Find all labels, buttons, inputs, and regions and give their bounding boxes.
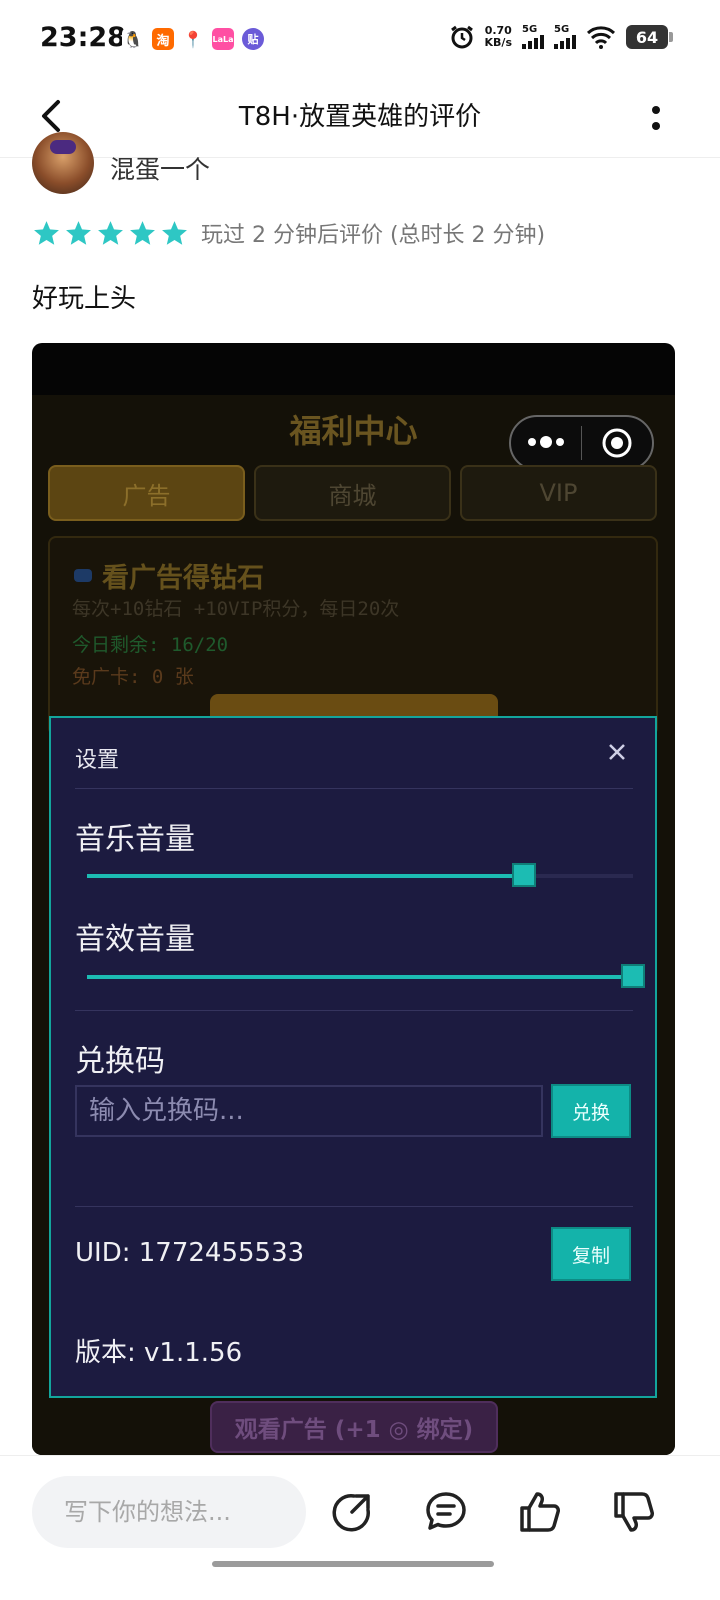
page-title: T8H·放置英雄的评价 <box>238 102 482 132</box>
battery-indicator: 64 <box>626 25 673 49</box>
miniprogram-capsule <box>509 415 654 471</box>
star-icon <box>162 220 187 245</box>
music-volume-slider <box>87 863 633 889</box>
slider-thumb <box>621 964 645 988</box>
copy-button: 复制 <box>551 1227 631 1281</box>
game-tab-vip: VIP <box>460 465 657 521</box>
share-icon[interactable] <box>330 1490 374 1534</box>
qq-icon: 🐧 <box>122 28 144 50</box>
close-icon <box>609 744 625 760</box>
thumbs-up-icon[interactable] <box>518 1490 562 1534</box>
game-tab-shop: 商城 <box>254 465 451 521</box>
diamond-icon <box>74 569 92 582</box>
ad-reward-panel: 看广告得钻石 每次+10钻石 +10VIP积分，每日20次 今日剩余: 16/2… <box>48 536 658 736</box>
signal-bars-icon <box>554 35 576 49</box>
net-speed-unit: KB/s <box>484 36 512 49</box>
thumbs-down-icon[interactable] <box>612 1490 656 1534</box>
settings-modal: 设置 音乐音量 音效音量 兑换码 输入兑换码... 兑换 UID: 177245… <box>49 716 657 1398</box>
signal-bars-icon <box>522 35 544 49</box>
ad-remaining: 今日剩余: 16/20 <box>72 634 229 656</box>
game-tab-ads: 广告 <box>48 465 245 521</box>
status-bar: 23:28 🐧 淘 📍 LaLa 贴 0.70 KB/s 5G 5G 64 <box>0 0 720 80</box>
divider <box>75 1206 633 1207</box>
star-icon <box>98 220 123 245</box>
wifi-icon <box>586 26 616 49</box>
review-text: 好玩上头 <box>32 284 137 314</box>
rating-row: 玩过 2 分钟后评价 (总时长 2 分钟) <box>32 217 545 249</box>
lala-app-icon: LaLa <box>212 28 234 50</box>
watch-ad-bind-button: 观看广告 (+1 ◎ 绑定) <box>210 1401 498 1453</box>
capsule-close-icon <box>582 427 652 459</box>
status-indicators: 0.70 KB/s 5G 5G 64 <box>449 24 673 50</box>
ad-panel-title: 看广告得钻石 <box>102 563 264 594</box>
divider <box>75 788 633 789</box>
review-screenshot[interactable]: 福利中心 广告 商城 VIP 看广告得钻石 每次+10钻石 +10VIP积分，每… <box>32 343 675 1455</box>
rating-note: 玩过 2 分钟后评价 (总时长 2 分钟) <box>201 223 546 248</box>
taobao-icon: 淘 <box>152 28 174 50</box>
uid-text: UID: 1772455533 <box>75 1238 305 1268</box>
star-icon <box>34 220 59 245</box>
redeem-code-label: 兑换码 <box>75 1044 165 1079</box>
signal-2: 5G <box>554 25 576 49</box>
slider-thumb <box>511 863 536 887</box>
sfx-volume-slider <box>87 964 645 990</box>
capsule-more-icon <box>511 436 581 448</box>
ad-panel-header: 看广告得钻石 <box>74 556 264 595</box>
signal-2-label: 5G <box>554 24 570 35</box>
app-header: T8H·放置英雄的评价 <box>0 80 720 158</box>
home-indicator[interactable] <box>212 1561 494 1567</box>
map-pin-app-icon: 📍 <box>182 28 204 50</box>
star-icon <box>66 220 91 245</box>
comment-icon[interactable] <box>424 1490 468 1534</box>
status-time: 23:28 <box>40 22 126 53</box>
divider <box>75 1010 633 1011</box>
alarm-icon <box>450 25 473 49</box>
redeem-code-input: 输入兑换码... <box>75 1085 543 1137</box>
bottom-action-bar: 写下你的想法... <box>0 1455 720 1600</box>
signal-1-label: 5G <box>522 24 538 35</box>
net-speed: 0.70 KB/s <box>485 25 512 49</box>
ad-panel-desc: 每次+10钻石 +10VIP积分，每日20次 <box>72 598 400 620</box>
slider-fill <box>87 874 524 878</box>
status-app-icons: 🐧 淘 📍 LaLa 贴 <box>122 28 264 50</box>
redeem-button: 兑换 <box>551 1084 631 1138</box>
version-text: 版本: v1.1.56 <box>75 1338 243 1368</box>
game-tabs: 广告 商城 VIP <box>48 465 657 521</box>
slider-fill <box>87 975 633 979</box>
tieba-icon: 贴 <box>242 28 264 50</box>
signal-1: 5G <box>522 25 544 49</box>
avatar[interactable] <box>32 132 94 194</box>
sfx-volume-label: 音效音量 <box>75 922 195 957</box>
more-options-icon[interactable] <box>644 98 668 138</box>
star-rating <box>32 219 189 248</box>
settings-title: 设置 <box>75 748 120 773</box>
comment-input[interactable]: 写下你的想法... <box>32 1476 306 1548</box>
star-icon <box>130 220 155 245</box>
music-volume-label: 音乐音量 <box>75 822 195 857</box>
ad-free-cards: 免广卡: 0 张 <box>72 666 194 688</box>
reviewer-name[interactable]: 混蛋一个 <box>110 150 210 186</box>
